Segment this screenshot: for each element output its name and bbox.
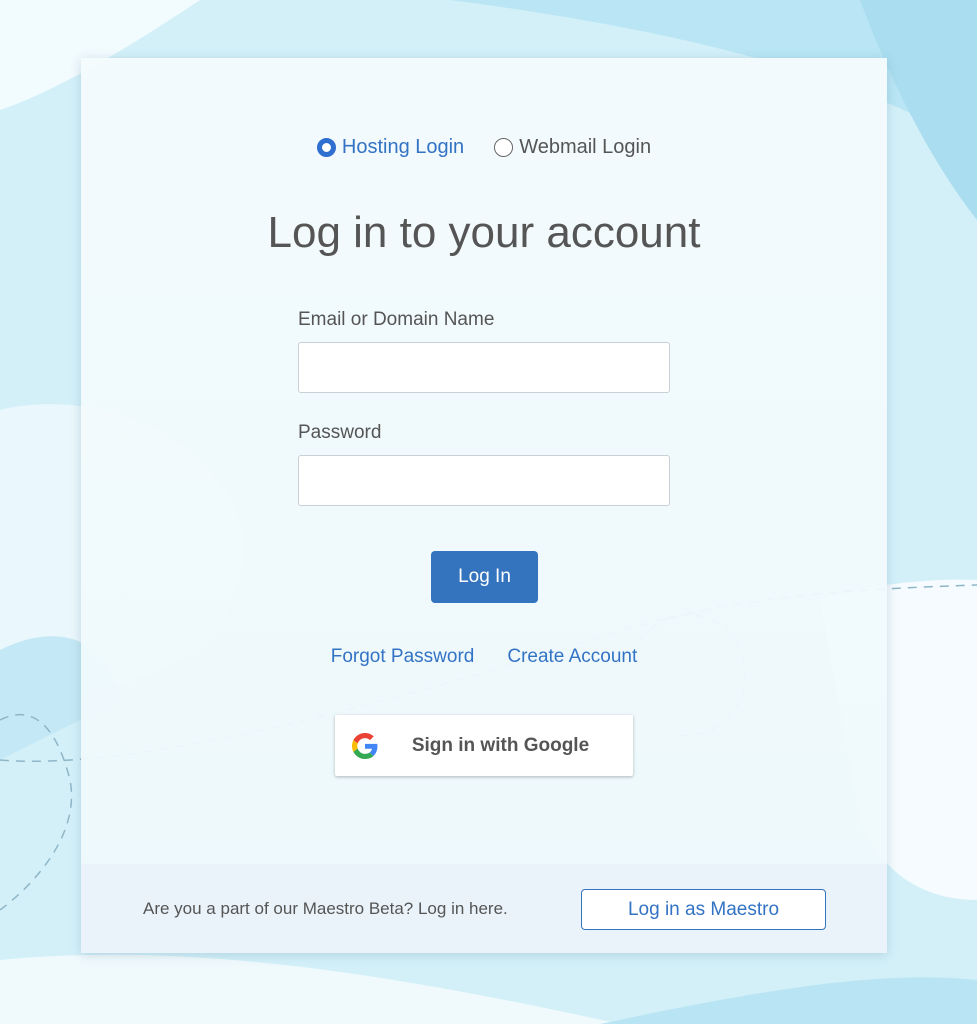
login-button[interactable]: Log In: [431, 551, 538, 603]
login-card: Hosting Login Webmail Login Log in to yo…: [81, 58, 887, 953]
maestro-footer: Are you a part of our Maestro Beta? Log …: [81, 864, 887, 953]
maestro-prompt-text: Are you a part of our Maestro Beta? Log …: [143, 899, 508, 918]
google-signin-label: Sign in with Google: [411, 734, 590, 756]
webmail-login-radio[interactable]: Webmail Login: [494, 136, 651, 159]
hosting-login-radio[interactable]: Hosting Login: [316, 135, 465, 159]
password-field[interactable]: [298, 455, 670, 506]
radio-unselected-icon[interactable]: [494, 137, 514, 157]
create-account-link[interactable]: Create Account: [507, 646, 637, 668]
maestro-login-button[interactable]: Log in as Maestro: [581, 889, 826, 930]
email-field[interactable]: [298, 342, 670, 393]
google-signin-button[interactable]: Sign in with Google: [335, 715, 633, 776]
hosting-login-label: Hosting Login: [341, 135, 465, 158]
email-label: Email or Domain Name: [298, 309, 495, 330]
radio-selected-icon[interactable]: [316, 137, 336, 157]
login-type-selector: Hosting Login Webmail Login: [81, 134, 887, 160]
webmail-login-label: Webmail Login: [519, 135, 652, 158]
page-title: Log in to your account: [267, 208, 701, 257]
forgot-password-link[interactable]: Forgot Password: [331, 646, 475, 668]
google-g-icon: [352, 732, 378, 759]
password-label: Password: [298, 422, 382, 443]
account-links: Forgot Password Create Account: [81, 646, 887, 668]
